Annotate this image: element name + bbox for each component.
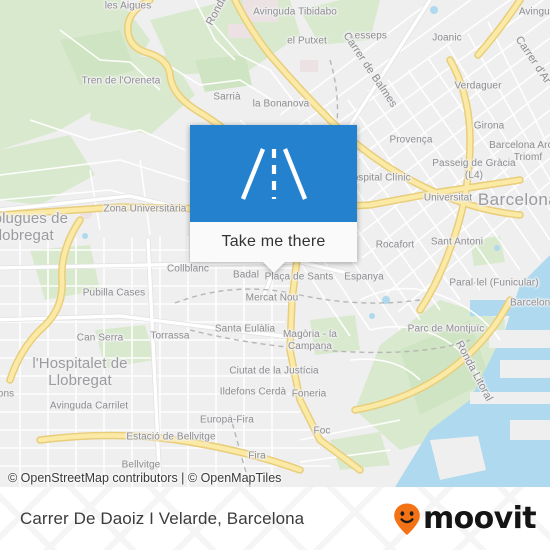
map-label: Fira	[248, 450, 266, 462]
map-label: Europa-Fira	[200, 414, 254, 426]
moovit-pin-icon	[394, 503, 420, 535]
map-label: el Putxet	[287, 35, 327, 47]
map-label: Collblanc	[166, 263, 210, 275]
map-label: Magòria - la Campana	[283, 329, 337, 352]
map-label: Pubilla Cases	[82, 287, 146, 299]
map-label: Avinguda	[518, 6, 550, 18]
map-label: Ildefons Cerdà	[219, 386, 287, 398]
map-label: Avinguda Carrilet	[49, 400, 129, 412]
map-label: Can Serra	[76, 332, 124, 344]
map-label: Sant Antoni	[430, 236, 484, 248]
callout-pointer	[262, 262, 285, 273]
map-label: Zona Universitària	[103, 203, 187, 215]
map-label: Paral·lel (Funicular)	[449, 277, 539, 289]
map-label: Provença	[389, 134, 433, 146]
take-me-there-callout[interactable]: Take me there	[190, 125, 357, 273]
map-label: Passeig de Gràcia (L4)	[432, 158, 516, 181]
map-label: Rocafort	[375, 239, 415, 251]
road-icon	[240, 147, 307, 200]
map-label: Barcelona	[510, 297, 550, 309]
moovit-brand[interactable]: moovit	[392, 500, 537, 536]
map-label: Estació de Bellvitge	[126, 431, 216, 443]
map-label: Universitat	[423, 192, 473, 204]
map-label: la Bonanova	[252, 98, 310, 110]
map-attribution[interactable]: © OpenStreetMap contributors | © OpenMap…	[0, 469, 550, 487]
map-label: Foc	[313, 425, 331, 437]
map-canvas[interactable]: les AiguesAvinguda TibidaboRondaAvinguda…	[0, 0, 550, 487]
map-label: Foneria	[291, 388, 327, 400]
map-label: Barcelona	[477, 190, 550, 209]
footer-bar: Carrer De Daoiz I Velarde, Barcelona moo…	[0, 487, 550, 550]
map-label: Parc de Montjuïc	[407, 323, 485, 335]
map-label: l'Hospitalet de Llobregat	[32, 355, 128, 389]
map-label: Plaça de Sants	[264, 271, 334, 283]
take-me-there-label[interactable]: Take me there	[190, 222, 357, 262]
moovit-map-screen: les AiguesAvinguda TibidaboRondaAvinguda…	[0, 0, 550, 550]
map-label: ons	[0, 388, 15, 400]
callout-icon-panel	[190, 125, 357, 222]
map-label: Esplugues de Llobregat	[0, 210, 69, 244]
location-title: Carrer De Daoiz I Velarde, Barcelona	[20, 508, 305, 528]
map-label: Espanya	[344, 271, 384, 283]
map-label: Torrassa	[150, 330, 190, 342]
map-label: Joanic	[432, 32, 462, 44]
map-label: Girona	[473, 120, 505, 132]
map-label: Mercat Nou	[245, 292, 299, 304]
map-label: Verdaguer	[454, 80, 502, 92]
map-label: Badal	[232, 269, 260, 281]
map-label: Avinguda Tibidabo	[253, 6, 337, 18]
map-label: Tren de l'Oreneta	[81, 75, 161, 87]
moovit-wordmark: moovit	[422, 500, 537, 536]
map-label: Sarrià	[213, 91, 241, 103]
map-label: Ciutat de la Justícia	[229, 365, 319, 377]
map-label: les Aigues	[104, 0, 152, 12]
